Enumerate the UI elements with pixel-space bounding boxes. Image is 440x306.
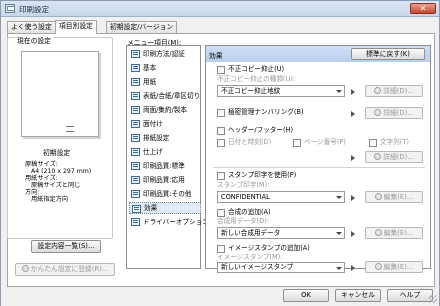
details-icon <box>374 109 382 116</box>
current-settings-title: 現在の設定 <box>15 35 53 45</box>
header-footer-checkbox[interactable] <box>217 127 225 135</box>
close-button[interactable]: ✕ <box>410 3 436 14</box>
menu-item-imposition[interactable]: 面付け <box>129 118 201 130</box>
divider <box>213 167 425 168</box>
header-footer-details-button[interactable]: 詳細(D)... <box>365 151 423 163</box>
register-icon <box>21 265 29 272</box>
arrow-right-icon <box>351 191 357 203</box>
title-bar: 印刷設定 ✕ <box>1 1 439 17</box>
settings-name: 初期設定 <box>43 149 71 157</box>
text-string-checkbox[interactable] <box>369 139 377 147</box>
stamp-checkbox[interactable] <box>217 172 225 180</box>
imposition-icon <box>131 120 140 128</box>
menu-item-basic[interactable]: 基本 <box>129 62 201 74</box>
page-number-checkbox[interactable] <box>293 139 301 147</box>
menu-item-finishing[interactable]: 仕上げ <box>129 146 201 158</box>
quality-icon <box>131 162 140 170</box>
arrow-right-icon <box>351 261 357 273</box>
menu-item-driver-options[interactable]: ドライバーオプション <box>129 216 209 228</box>
details-icon <box>374 153 382 160</box>
details-icon <box>374 87 382 94</box>
ok-button[interactable]: OK <box>283 289 329 302</box>
chevron-down-icon <box>336 267 342 270</box>
date-time-label: 日付と時刻(D) <box>228 138 272 146</box>
arrow-right-icon <box>351 151 357 163</box>
quality-icon <box>131 176 140 184</box>
info-line: 用紙指定方向 <box>31 196 69 203</box>
chevron-down-icon <box>336 90 342 93</box>
overlay-data-label: 合成用データ(D): <box>217 217 270 225</box>
menu-item-quality-other[interactable]: 印刷品質:その他 <box>129 188 201 200</box>
secret-numbering-label: 極密管理ナンバリング(B) <box>228 108 304 116</box>
menu-item-quality-advanced[interactable]: 印刷品質:応用 <box>129 174 201 186</box>
output-icon <box>131 134 140 142</box>
copy-guard-details-button[interactable]: 詳細(D)... <box>365 85 423 97</box>
tab-detailed-settings[interactable]: 項目別設定 <box>55 20 97 34</box>
copy-guard-label: 不正コピー抑止(U) <box>228 65 285 73</box>
window-title: 印刷設定 <box>19 5 49 14</box>
printer-icon <box>5 4 15 13</box>
menu-item-quality-standard[interactable]: 印刷品質:標準 <box>129 160 201 172</box>
chevron-down-icon <box>336 232 342 235</box>
menu-item-paper[interactable]: 用紙 <box>129 76 201 88</box>
edit-icon <box>374 229 382 236</box>
cover-icon <box>131 92 140 100</box>
duplex-icon <box>131 106 140 114</box>
copy-guard-type-select[interactable]: 不正コピー抑止地紋 <box>217 85 345 97</box>
tab-frequent-settings[interactable]: よく使う設定 <box>7 21 56 33</box>
menu-item-output[interactable]: 排紙設定 <box>129 132 201 144</box>
menu-item-effects[interactable]: 効果 <box>129 202 201 214</box>
menu-item-duplex[interactable]: 両面/集約/製本 <box>129 104 201 116</box>
tab-defaults-version[interactable]: 初期設定/バージョン <box>106 21 178 33</box>
copy-guard-type-label: 不正コピー抑止の種類(U): <box>217 75 296 83</box>
date-time-checkbox[interactable] <box>217 139 225 147</box>
stamp-select[interactable]: CONFIDENTIAL <box>217 191 345 203</box>
header-footer-label: ヘッダー/フッター(H) <box>228 126 294 134</box>
overlay-checkbox[interactable] <box>217 209 225 217</box>
image-stamp-edit-button[interactable]: 編集(E)... <box>365 261 423 273</box>
image-stamp-checkbox[interactable] <box>217 245 225 253</box>
image-stamp-select[interactable]: 新しいイメージスタンプ <box>217 262 345 273</box>
overlay-label: 合成の追加(A) <box>228 208 271 216</box>
overlay-edit-button[interactable]: 編集(E)... <box>365 227 423 239</box>
effects-header-title: 効果 <box>209 52 223 60</box>
menu-item-cover[interactable]: 表紙/合紙/章区切り <box>129 90 201 102</box>
secret-numbering-checkbox[interactable] <box>217 109 225 117</box>
paper-icon <box>131 78 140 86</box>
menu-list[interactable]: 印刷方法/認証 基本 用紙 表紙/合紙/章区切り 両面/集約/製本 面付け 排紙… <box>126 45 209 269</box>
menu-item-print-method[interactable]: 印刷方法/認証 <box>129 48 201 60</box>
help-button[interactable]: ヘルプ <box>387 289 433 302</box>
stamp-type-label: スタンプ印字(M): <box>217 181 270 189</box>
reset-defaults-button[interactable]: 標準に戻す(K) <box>351 48 425 60</box>
arrow-right-icon <box>351 107 357 119</box>
image-stamp-label: イメージスタンプの追加(A) <box>228 244 310 252</box>
overlay-select[interactable]: 新しい合成用データ <box>217 227 345 239</box>
page-preview <box>21 51 99 137</box>
secret-numbering-details-button[interactable]: 詳細(D)... <box>365 107 423 119</box>
arrow-right-icon <box>351 227 357 239</box>
resize-grip-icon[interactable] <box>429 295 437 303</box>
finishing-icon <box>131 148 140 156</box>
quality-icon <box>131 190 140 198</box>
edit-icon <box>374 263 382 270</box>
edit-icon <box>374 193 382 200</box>
register-quick-settings-button[interactable]: かんたん設定に登録(R)... <box>15 263 115 276</box>
arrow-right-icon <box>351 85 357 97</box>
gear-icon <box>131 218 140 226</box>
text-string-label: 文字列(T) <box>380 138 409 146</box>
stamp-label: スタンプ印字を使用(P) <box>228 171 297 179</box>
settings-list-button[interactable]: 設定内容一覧(S)... <box>31 240 101 253</box>
copy-guard-checkbox[interactable] <box>217 66 225 74</box>
cancel-button[interactable]: キャンセル <box>335 289 381 302</box>
print-settings-window: 印刷設定 ✕ よく使う設定 項目別設定 初期設定/バージョン 現在の設定 初期設… <box>0 0 440 306</box>
page-number-label: ページ番号(P) <box>304 138 346 146</box>
chevron-down-icon <box>336 196 342 199</box>
stamp-edit-button[interactable]: 編集(E)... <box>365 191 423 203</box>
effects-icon <box>132 205 141 213</box>
print-method-icon <box>131 50 140 58</box>
image-stamp-data-label: イメージスタンプ(M): <box>217 253 283 261</box>
basic-icon <box>131 64 140 72</box>
